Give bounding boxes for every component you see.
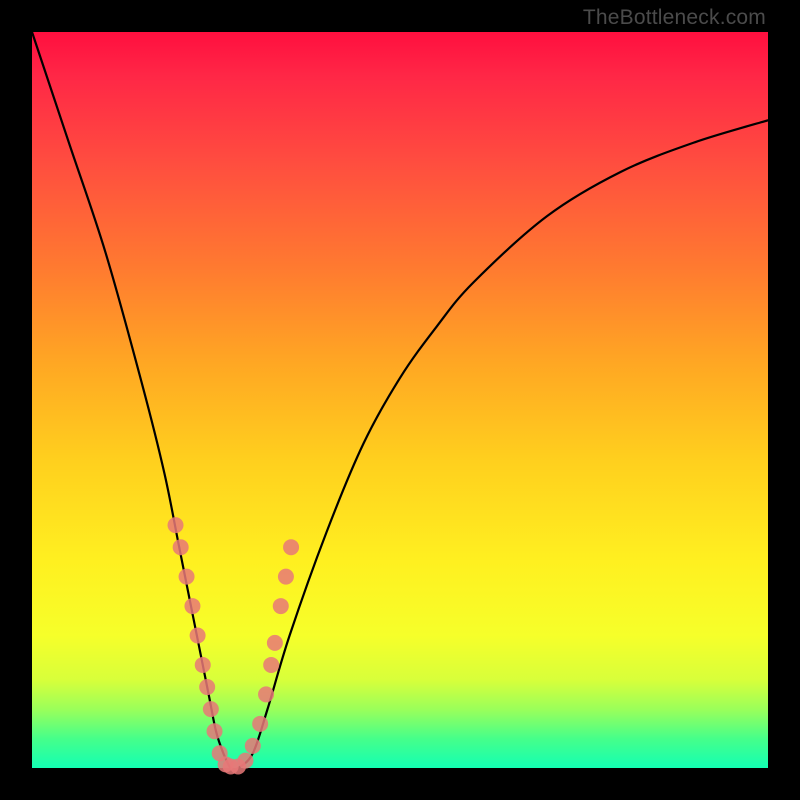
marker-dot [173, 539, 189, 555]
curve-svg [32, 32, 768, 768]
marker-dot [263, 657, 279, 673]
curve-markers [168, 517, 300, 774]
marker-dot [179, 569, 195, 585]
plot-area [32, 32, 768, 768]
marker-dot [273, 598, 289, 614]
chart-frame: TheBottleneck.com [0, 0, 800, 800]
marker-dot [199, 679, 215, 695]
marker-dot [203, 701, 219, 717]
marker-dot [207, 723, 223, 739]
bottleneck-curve [32, 32, 768, 770]
marker-dot [184, 598, 200, 614]
marker-dot [245, 738, 261, 754]
marker-dot [190, 628, 206, 644]
attribution-text: TheBottleneck.com [583, 6, 766, 30]
marker-dot [283, 539, 299, 555]
marker-dot [258, 686, 274, 702]
marker-dot [267, 635, 283, 651]
marker-dot [168, 517, 184, 533]
marker-dot [237, 753, 253, 769]
marker-dot [195, 657, 211, 673]
marker-dot [278, 569, 294, 585]
marker-dot [252, 716, 268, 732]
